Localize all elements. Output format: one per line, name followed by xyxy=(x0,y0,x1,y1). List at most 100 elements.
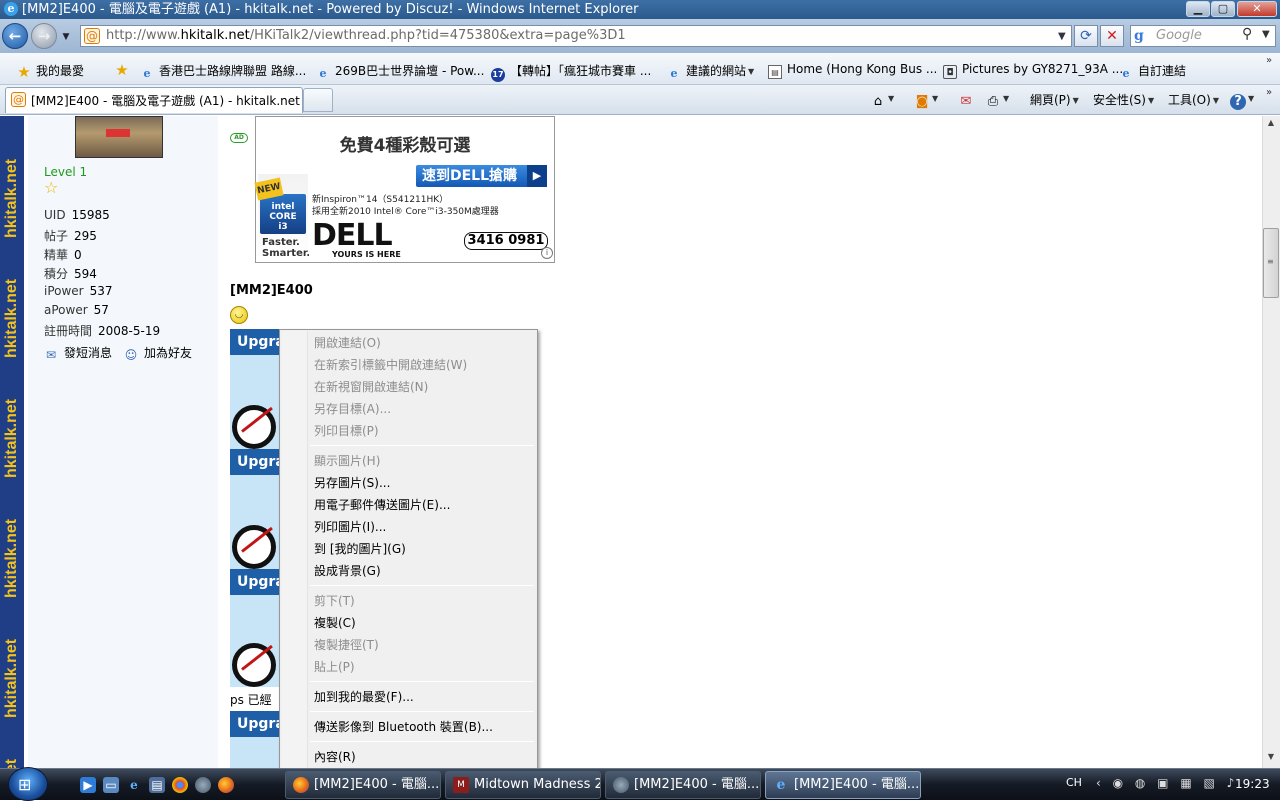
address-dropdown-icon[interactable]: ▼ xyxy=(1058,29,1072,45)
menu-item-copy-shortcut[interactable]: 複製捷徑(T) xyxy=(314,636,379,653)
dell-tagline: YOURS IS HERE xyxy=(332,250,401,259)
add-favorite-button[interactable]: ★ xyxy=(115,62,134,78)
gauge-image[interactable] xyxy=(230,355,280,449)
menu-item-cut[interactable]: 剪下(T) xyxy=(314,592,355,609)
menu-item-send-bluetooth[interactable]: 傳送影像到 Bluetooth 裝置(B)... xyxy=(314,718,493,735)
chevron-more-icon[interactable]: » xyxy=(1266,87,1272,98)
gauge-image[interactable] xyxy=(230,737,280,768)
doc-icon: ▤ xyxy=(768,65,782,79)
menu-item-show-picture[interactable]: 顯示圖片(H) xyxy=(314,452,380,469)
read-mail-button[interactable]: ✉ xyxy=(958,91,974,110)
chevron-down-icon: ▼ xyxy=(1072,96,1079,105)
help-button[interactable]: ? ▼ xyxy=(1230,91,1254,110)
chevron-down-icon: ▼ xyxy=(1147,96,1155,105)
favorite-link[interactable]: ◘ Pictures by GY8271_93A ... xyxy=(943,62,1123,79)
watermark-text: hkitalk.net xyxy=(3,638,20,718)
home-button[interactable]: ⌂ ▼ xyxy=(870,91,894,110)
new-tab-button[interactable] xyxy=(303,88,333,112)
stat-ipower: iPower 537 xyxy=(44,284,113,298)
menu-item-open-in-new-tab[interactable]: 在新索引標籤中開啟連結(W) xyxy=(314,356,467,373)
search-icon[interactable]: ⚲ xyxy=(1242,26,1252,42)
menu-item-print-picture[interactable]: 列印圖片(I)... xyxy=(314,518,386,535)
menu-item-add-to-favorites[interactable]: 加到我的最愛(F)... xyxy=(314,688,414,705)
taskbar-item[interactable]: M Midtown Madness 2 xyxy=(445,771,601,799)
vertical-scrollbar[interactable] xyxy=(1262,116,1280,768)
watermark-text: hkitalk.net xyxy=(3,518,20,598)
ie-icon: e xyxy=(776,777,786,793)
taskbar-item[interactable]: [MM2]E400 - 電腦... xyxy=(285,771,441,799)
grip-icon: ≡ xyxy=(1267,257,1274,266)
menu-item-email-picture[interactable]: 用電子郵件傳送圖片(E)... xyxy=(314,496,450,513)
menu-item-save-picture[interactable]: 另存圖片(S)... xyxy=(314,474,390,491)
post-title: [MM2]E400 xyxy=(230,283,313,298)
rss-icon: ◙ xyxy=(915,94,929,109)
firefox-icon[interactable] xyxy=(218,777,234,793)
close-button[interactable]: ✕ xyxy=(1237,1,1277,17)
menu-item-copy[interactable]: 複製(C) xyxy=(314,614,356,631)
favorite-link[interactable]: e 香港巴士路線牌聯盟 路線... xyxy=(140,62,307,81)
send-message-link[interactable]: ✉ 發短消息 xyxy=(44,344,112,362)
ad-badge: AD xyxy=(230,133,248,143)
home-icon: ⌂ xyxy=(873,94,883,109)
chevron-down-icon: ▼ xyxy=(1212,96,1219,105)
gauge-image[interactable] xyxy=(230,475,280,569)
menu-item-open-in-new-window[interactable]: 在新視窗開啟連結(N) xyxy=(314,378,428,395)
safety-menu-button[interactable]: 安全性(S) ▼ xyxy=(1093,91,1154,108)
clock[interactable]: 19:23 xyxy=(1235,777,1270,791)
system-tray-icons[interactable]: ‹ ◉ ◍ ▣ ▦ ▧ ♪ xyxy=(1096,776,1238,790)
menu-item-save-target[interactable]: 另存目標(A)... xyxy=(314,400,391,417)
print-button[interactable]: ⎙ ▼ xyxy=(985,91,1009,110)
site-favicon-icon: @ xyxy=(11,92,26,107)
favorite-link[interactable]: ▤ Home (Hong Kong Bus ... xyxy=(768,62,937,79)
favorite-link[interactable]: e 269B巴士世界論壇 - Pow... xyxy=(316,62,485,81)
chevron-more-icon[interactable]: » xyxy=(1266,55,1272,66)
chrome-icon[interactable] xyxy=(172,777,188,793)
title-bar: e [MM2]E400 - 電腦及電子遊戲 (A1) - hkitalk.net… xyxy=(0,0,1280,19)
taskbar-item[interactable]: [MM2]E400 - 電腦... xyxy=(605,771,761,799)
menu-item-open-link[interactable]: 開啟連結(O) xyxy=(314,334,381,351)
taskbar-item-active[interactable]: e [MM2]E400 - 電腦... xyxy=(765,771,921,799)
game-icon: M xyxy=(453,777,469,793)
page-menu-button[interactable]: 網頁(P) ▼ xyxy=(1030,91,1079,108)
app-icon[interactable] xyxy=(195,777,211,793)
info-icon[interactable]: i xyxy=(541,247,553,259)
stat-registered: 註冊時間 2008-5-19 xyxy=(44,324,161,338)
minimize-button[interactable]: ▁ xyxy=(1186,1,1210,17)
favorite-link[interactable]: 17 【轉帖】「瘋狂城市賽車 ... xyxy=(491,62,651,82)
favorites-center-button[interactable]: ★ 我的最愛 xyxy=(17,62,84,80)
search-dropdown-icon[interactable]: ▼ xyxy=(1262,29,1270,40)
language-indicator[interactable]: CH xyxy=(1066,776,1082,789)
history-dropdown-icon[interactable]: ▼ xyxy=(60,30,72,44)
search-input[interactable] xyxy=(1130,25,1276,47)
refresh-button[interactable]: ⟳ xyxy=(1074,25,1098,47)
watermark-text: hkitalk.net xyxy=(2,720,22,768)
address-url[interactable]: http://www.hkitalk.net/HKiTalk2/viewthre… xyxy=(106,28,626,43)
tools-menu-button[interactable]: 工具(O) ▼ xyxy=(1168,91,1219,108)
menu-item-go-to-my-pictures[interactable]: 到 [我的圖片](G) xyxy=(314,540,406,557)
add-friend-link[interactable]: ☺ 加為好友 xyxy=(124,344,192,362)
scroll-down-icon[interactable]: ▼ xyxy=(1263,752,1279,766)
menu-item-properties[interactable]: 內容(R) xyxy=(314,748,356,765)
menu-item-print-target[interactable]: 列印目標(P) xyxy=(314,422,379,439)
show-desktop-icon[interactable]: ▭ xyxy=(103,777,119,793)
ad-phone: 3416 0981 xyxy=(464,232,548,250)
chrome-icon xyxy=(613,777,629,793)
avatar[interactable] xyxy=(75,116,163,158)
media-player-icon[interactable]: ▶ xyxy=(80,777,96,793)
forward-button[interactable]: → xyxy=(31,23,57,49)
back-button[interactable]: ← xyxy=(2,23,28,49)
favorite-link[interactable]: e 自訂連結 xyxy=(1119,62,1187,81)
maximize-button[interactable]: ▢ xyxy=(1211,1,1235,17)
suggested-sites-button[interactable]: e 建議的網站 ▼ xyxy=(667,62,755,81)
intel-slogan: Faster. Smarter. xyxy=(262,237,311,259)
help-icon: ? xyxy=(1230,94,1246,110)
window-switch-icon[interactable]: ▤ xyxy=(149,777,165,793)
gauge-image[interactable] xyxy=(230,595,280,687)
menu-item-set-as-background[interactable]: 設成背景(G) xyxy=(314,562,381,579)
camera-icon: ◘ xyxy=(943,65,957,79)
feeds-button[interactable]: ◙ ▼ xyxy=(914,91,938,110)
ie-icon[interactable]: e xyxy=(126,777,142,793)
scroll-up-icon[interactable]: ▲ xyxy=(1263,118,1279,132)
menu-item-paste[interactable]: 貼上(P) xyxy=(314,658,355,675)
stop-button[interactable]: ✕ xyxy=(1100,25,1124,47)
